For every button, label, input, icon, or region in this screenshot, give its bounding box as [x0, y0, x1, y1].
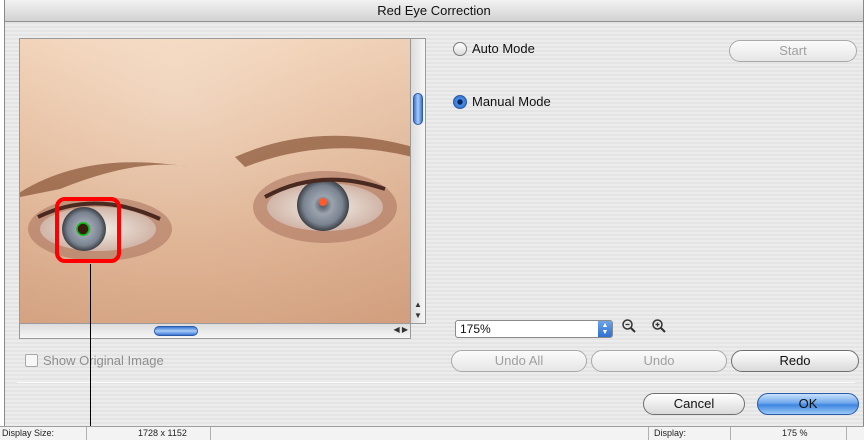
ok-button[interactable]: OK — [757, 393, 859, 415]
undo-button[interactable]: Undo — [591, 350, 727, 372]
status-bar: Display Size: 1728 x 1152 Display: 175 % — [0, 426, 864, 440]
vertical-scrollbar[interactable]: ▲ ▼ — [411, 38, 426, 324]
correction-marker — [76, 222, 90, 236]
display-size-value: 1728 x 1152 — [138, 428, 187, 438]
undo-all-button[interactable]: Undo All — [451, 350, 587, 372]
status-separator — [846, 427, 847, 440]
window-title: Red Eye Correction — [5, 0, 863, 22]
manual-mode-label: Manual Mode — [472, 94, 551, 109]
display-label: Display: — [654, 428, 687, 438]
callout-line — [90, 264, 91, 440]
auto-mode-label: Auto Mode — [472, 41, 535, 56]
zoom-value: 175% — [460, 322, 491, 336]
auto-mode-option[interactable]: Auto Mode — [453, 41, 535, 56]
show-original-checkbox[interactable] — [25, 353, 38, 367]
status-separator — [86, 427, 87, 440]
start-button[interactable]: Start — [729, 40, 857, 62]
auto-mode-radio[interactable] — [453, 41, 467, 56]
select-arrows-icon: ▲ ▼ — [598, 321, 612, 337]
divider — [17, 382, 855, 383]
red-eye-dialog: Red Eye Correction ▲ ▼ ◀ ▶ Show Original… — [4, 0, 864, 440]
manual-mode-radio[interactable] — [453, 94, 467, 109]
redo-button[interactable]: Redo — [731, 350, 859, 372]
status-separator — [210, 427, 211, 440]
photo-preview[interactable] — [19, 38, 411, 324]
status-separator — [730, 427, 731, 440]
scroll-down-icon[interactable]: ▼ — [414, 312, 422, 320]
manual-mode-option[interactable]: Manual Mode — [453, 94, 551, 109]
horizontal-scroll-thumb[interactable] — [154, 326, 198, 336]
vertical-scroll-thumb[interactable] — [413, 93, 423, 125]
display-size-label: Display Size: — [2, 428, 55, 438]
zoom-out-icon[interactable] — [621, 318, 637, 338]
status-separator — [648, 427, 649, 440]
zoom-in-icon[interactable] — [651, 318, 667, 338]
scroll-left-right-icon[interactable]: ◀ ▶ — [393, 325, 408, 334]
cancel-button[interactable]: Cancel — [643, 393, 745, 415]
scroll-up-icon[interactable]: ▲ — [414, 301, 422, 309]
horizontal-scrollbar[interactable]: ◀ ▶ — [19, 324, 411, 339]
zoom-select[interactable]: 175% ▲ ▼ — [455, 320, 613, 338]
display-value: 175 % — [782, 428, 808, 438]
show-original-label: Show Original Image — [43, 352, 164, 368]
eyes-photo — [20, 39, 410, 323]
show-original-row[interactable]: Show Original Image — [25, 352, 164, 368]
